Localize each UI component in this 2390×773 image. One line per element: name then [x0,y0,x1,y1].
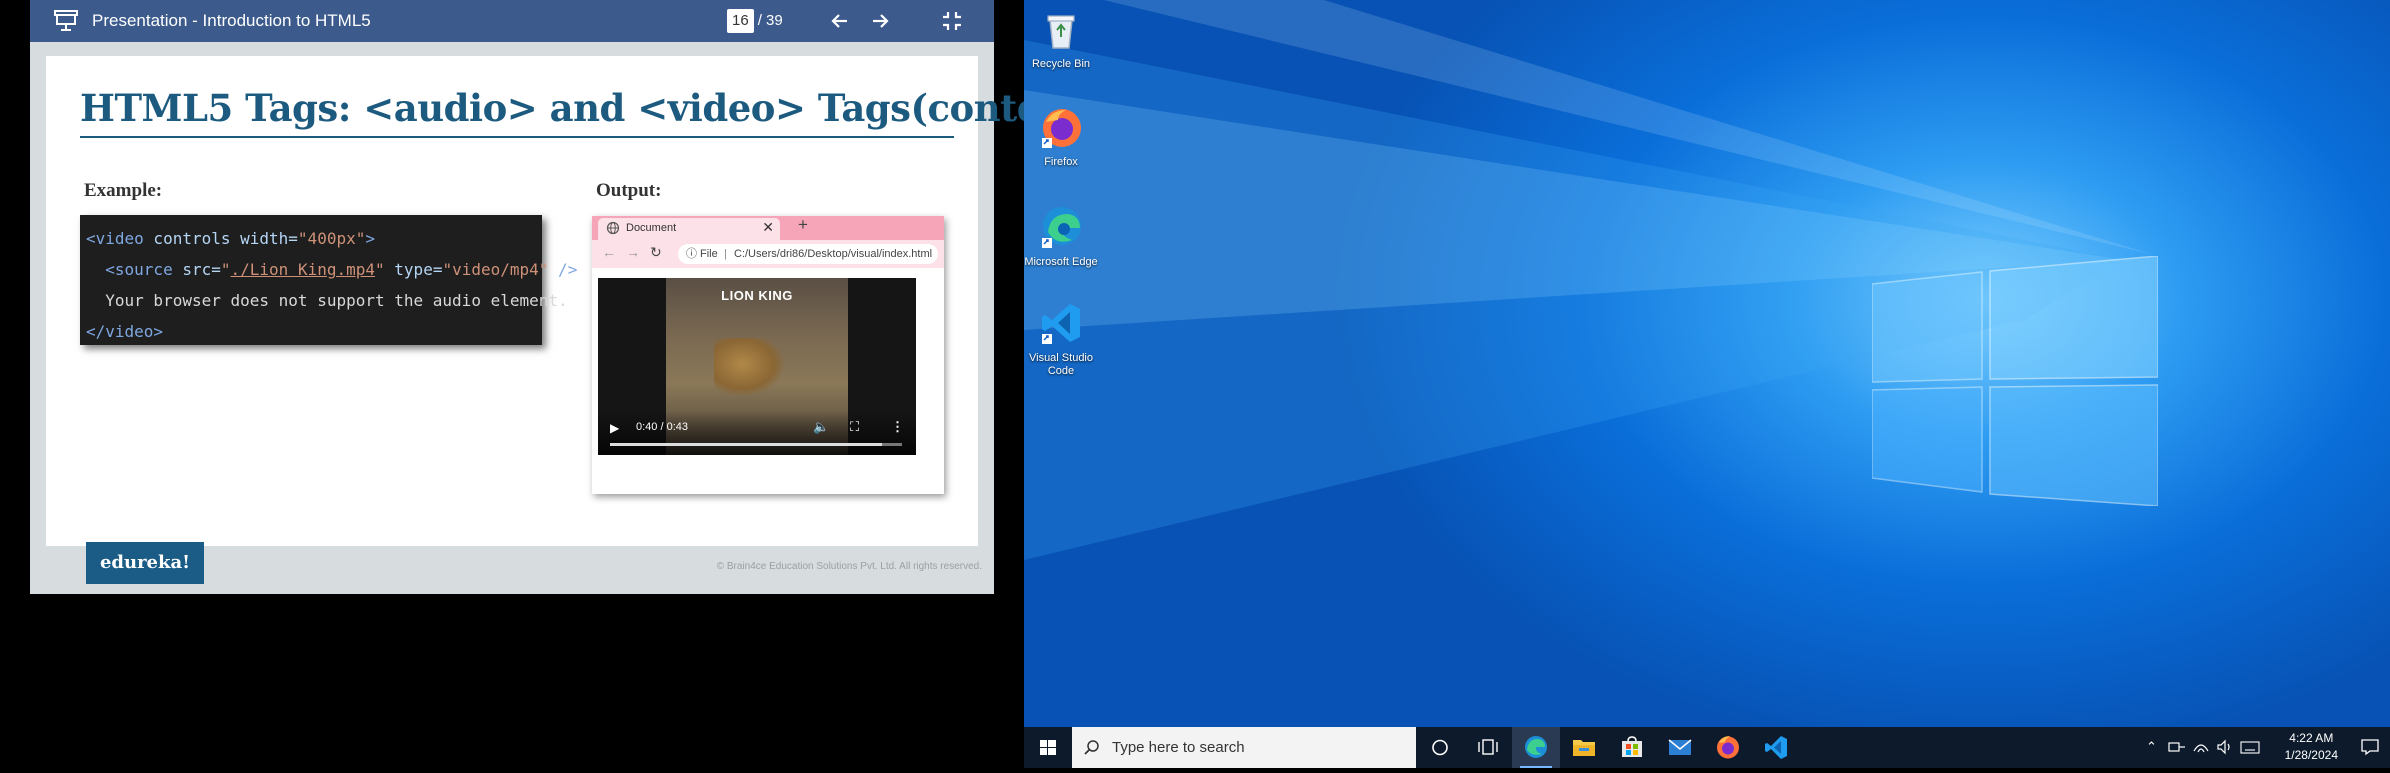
browser-address-bar: ← → ↻ ⓘ File | C:/Users/dri86/Desktop/vi… [592,240,944,268]
start-button[interactable] [1024,727,1072,768]
forward-arrow-icon: → [626,244,640,260]
slide-frame: HTML5 Tags: <audio> and <video> Tags(con… [30,42,1072,594]
search-placeholder: Type here to search [1112,739,1245,756]
cortana-circle-icon [1432,739,1448,756]
notification-icon[interactable] [2360,738,2380,756]
video-title-overlay: LION KING [721,288,793,303]
code-snippet: <video controls width="400px"> <source s… [80,215,578,345]
firefox-icon [1042,109,1081,148]
desktop-icon-label: Recycle Bin [1031,58,1091,70]
example-label: Example: [84,180,163,201]
desktop-icon-label: Firefox [1044,156,1078,168]
back-arrow-icon: ← [602,244,616,260]
globe-icon [606,221,620,235]
presentation-toolbar: Presentation - Introduction to HTML5 16/… [30,0,994,42]
system-tray: ⌃ 4:22 AM 1/28/2024 [2140,727,2390,768]
desktop-icon-visual-studio-code[interactable]: Visual Studio Code [1024,300,1098,378]
presentation-icon [54,10,78,31]
browser-tab: Document ✕ [598,218,780,240]
code-line: Your browser does not support the audio … [86,291,568,310]
edge-icon [1525,736,1547,758]
slide-title: HTML5 Tags: <audio> and <video> Tags(con… [80,86,1072,130]
code-line: </video> [86,322,164,341]
vscode-icon [1042,304,1080,344]
taskbar-clock[interactable]: 4:22 AM 1/28/2024 [2285,730,2338,764]
previous-slide-button[interactable] [825,6,855,36]
title-underline [80,136,954,138]
url-path: C:/Users/dri86/Desktop/visual/index.html [734,248,933,260]
fullscreen-icon: ⛶ [850,419,860,434]
current-page-input[interactable]: 16 [727,9,754,33]
video-progress-fill [610,443,882,446]
new-tab-icon: + [798,215,808,234]
exit-fullscreen-button[interactable] [937,6,967,36]
desktop: Recycle Bin Firefox Microsoft Edge Visua… [1024,0,2390,727]
cortana-button[interactable] [1416,727,1464,768]
edge-icon [1042,207,1081,248]
info-icon: ⓘ [686,248,697,260]
url-scheme: File [700,248,718,260]
volume-icon: 🔈 [813,419,830,434]
video-time: 0:40 / 0:43 [636,421,688,433]
chevron-up-icon[interactable]: ⌃ [2146,739,2157,755]
page-counter: 16/ 39 [727,9,783,33]
presentation-viewer: Presentation - Introduction to HTML5 16/… [0,0,1072,768]
next-slide-button[interactable] [865,6,895,36]
taskbar-app-store[interactable] [1608,727,1656,768]
slide: HTML5 Tags: <audio> and <video> Tags(con… [46,56,1072,546]
url-separator: | [724,248,727,260]
desktop-icon-recycle-bin[interactable]: Recycle Bin [1024,6,1098,71]
vscode-icon [1765,736,1787,759]
lion-image [714,338,784,396]
taskbar-app-file-explorer[interactable] [1560,727,1608,768]
presentation-title: Presentation - Introduction to HTML5 [92,11,371,30]
output-label: Output: [596,180,662,201]
keyboard-icon[interactable] [2240,741,2260,754]
task-view-button[interactable] [1464,727,1512,768]
video-player: LION KING ▶ 0:40 / 0:43 🔈 ⛶ ⋮ [598,278,916,455]
browser-tab-label: Document [626,222,677,234]
taskbar-app-edge[interactable] [1512,727,1560,768]
taskbar-app-firefox[interactable] [1704,727,1752,768]
brand-logo: edureka! [86,542,204,584]
video-controls: ▶ 0:40 / 0:43 🔈 ⛶ ⋮ [598,411,916,455]
desktop-icon-microsoft-edge[interactable]: Microsoft Edge [1024,204,1098,269]
task-view-icon [1478,739,1498,755]
mail-icon [1668,739,1692,755]
total-pages: / 39 [757,12,783,29]
video-progress-track [610,443,902,446]
code-line: <video controls width="400px"> [86,229,375,248]
desktop-icon-firefox[interactable]: Firefox [1024,104,1098,169]
more-options-icon: ⋮ [891,419,904,434]
search-icon [1084,740,1099,755]
network-device-icon[interactable] [2168,740,2186,754]
desktop-icon-label: Microsoft Edge [1024,256,1098,268]
recycle-bin-icon [1047,15,1075,49]
windows-start-icon [1040,740,1056,755]
url-field: ⓘ File | C:/Users/dri86/Desktop/visual/i… [678,244,938,264]
clock-date: 1/28/2024 [2284,748,2338,762]
volume-icon[interactable] [2216,739,2234,755]
taskbar-search-box[interactable]: Type here to search [1072,727,1416,768]
copyright-text: © Brain4ce Education Solutions Pvt. Ltd.… [716,561,982,572]
close-icon: ✕ [762,219,774,235]
code-line: <source src="./Lion King.mp4" type="vide… [105,260,578,279]
wallpaper-light-beams [1024,0,2154,560]
browser-tab-bar: Document ✕ + [592,215,944,240]
wifi-icon[interactable] [2192,739,2210,755]
reload-icon: ↻ [650,244,662,260]
folder-icon [1573,740,1595,756]
store-bag-icon [1622,736,1642,757]
taskbar-app-mail[interactable] [1656,727,1704,768]
output-browser-screenshot: Document ✕ + ← → ↻ ⓘ File | C:/Users/dri… [592,215,944,494]
clock-time: 4:22 AM [2289,731,2334,745]
desktop-icon-label: Visual Studio Code [1028,352,1093,377]
taskbar-app-vscode[interactable] [1752,727,1800,768]
windows-logo-wallpaper [1872,256,2158,506]
firefox-icon [1717,736,1739,759]
taskbar: Type here to search ⌃ 4:22 AM 1/28/2024 [1024,727,2390,768]
play-icon: ▶ [610,421,620,435]
